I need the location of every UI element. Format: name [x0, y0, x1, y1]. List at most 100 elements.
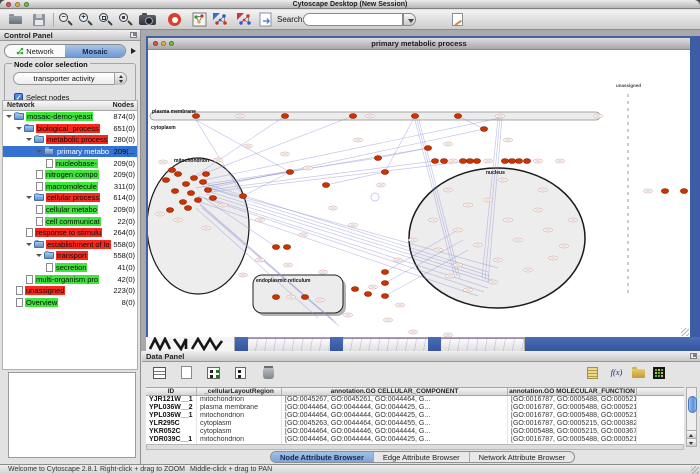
cell-go-mf[interactable]: [GO:0016787, GO:0005488, GO:0005215, G..…: [508, 404, 637, 412]
search-options-icon[interactable]: [450, 12, 467, 28]
cell-region[interactable]: mitochondrion: [197, 436, 282, 444]
help-icon[interactable]: [167, 12, 184, 28]
tree-item-nucleobase[interactable]: nucleobase- 209(0): [3, 157, 137, 169]
col-id[interactable]: ID: [146, 388, 197, 395]
cell-go-cc[interactable]: [GO:0044464, GO:0044444, GO:0044425, G..…: [282, 412, 508, 420]
zoom-out-icon[interactable]: −: [58, 12, 75, 28]
attribute-editor-icon[interactable]: [585, 366, 602, 381]
float-panel-icon[interactable]: [690, 353, 697, 359]
disclosure-triangle-icon[interactable]: [6, 115, 12, 118]
tree-item-metabolic-process[interactable]: metabolic process 280(0): [3, 134, 137, 146]
snapshot-camera-icon[interactable]: [139, 12, 158, 28]
zoom-fit-icon[interactable]: [118, 12, 135, 28]
cell-go-mf[interactable]: [GO:0016787, GO:0005488, GO:0005215, G..…: [508, 412, 637, 420]
tree-item-nitrogen-compound[interactable]: nitrogen compo 209(0): [3, 169, 137, 181]
disclosure-triangle-icon[interactable]: [26, 138, 32, 141]
zoom-selected-region-icon[interactable]: [98, 12, 115, 28]
search-input[interactable]: [303, 13, 403, 26]
background-window-3[interactable]: [330, 337, 343, 351]
tree-item-multi-organism-process[interactable]: multi-organism pro 42(0): [3, 273, 137, 285]
import-attributes-icon[interactable]: [631, 366, 648, 381]
table-row[interactable]: YPL036W__1 mitochondrion [GO:0044464, GO…: [146, 412, 684, 420]
cell-go-cc[interactable]: [GO:0044464, GO:0044446, GO:0044444, G..…: [282, 428, 508, 436]
float-panel-icon[interactable]: [130, 32, 137, 38]
function-builder-icon[interactable]: f(x): [608, 366, 625, 381]
search-dropdown-arrow-icon[interactable]: [403, 13, 416, 26]
network-window-titlebar[interactable]: primary metabolic process: [148, 38, 690, 50]
scroll-down-icon[interactable]: [687, 438, 696, 446]
delete-attribute-icon[interactable]: [261, 366, 278, 381]
cell-go-mf[interactable]: [GO:0005488, GO:0005215, GO:0003674]: [508, 428, 637, 436]
col-go-molecular-function[interactable]: annotation.GO MOLECULAR_FUNCTION: [508, 388, 637, 395]
cell-id[interactable]: YKR052C: [146, 428, 197, 436]
cell-go-cc[interactable]: [GO:0044464, GO:0044444, GO:0044425, G..…: [282, 404, 508, 412]
attribute-matrix-icon[interactable]: [651, 366, 668, 381]
tree-item-establishment-of-localization[interactable]: establishment of lo 558(0): [3, 239, 137, 251]
disclosure-triangle-icon[interactable]: [26, 196, 32, 199]
cell-id[interactable]: YJR121W__1: [146, 396, 197, 404]
network-overview-panel[interactable]: [8, 372, 136, 458]
col-cellular-layout-region[interactable]: _cellularLayoutRegion: [197, 388, 282, 395]
network-graph[interactable]: [148, 50, 690, 337]
network-overview-icon[interactable]: [192, 12, 209, 28]
cell-id[interactable]: YPL036W__2: [146, 404, 197, 412]
background-window-4[interactable]: [428, 337, 441, 351]
tree-item-cellular-process[interactable]: cellular process 614(0): [3, 192, 137, 204]
tab-network-attribute-browser[interactable]: Network Attribute Browser: [469, 452, 575, 462]
cell-id[interactable]: YPL036W__1: [146, 412, 197, 420]
scroll-up-icon[interactable]: [687, 430, 696, 438]
table-row[interactable]: YLR295C cytoplasm [GO:0045263, GO:004446…: [146, 420, 684, 428]
open-session-icon[interactable]: [8, 12, 25, 28]
save-session-icon[interactable]: [31, 12, 48, 28]
background-window-4-content[interactable]: [441, 338, 524, 351]
annotation-icon[interactable]: [258, 12, 275, 28]
disclosure-triangle-icon[interactable]: [26, 243, 32, 246]
cell-region[interactable]: cytoplasm: [197, 420, 282, 428]
tree-item-primary-metabolic-selected[interactable]: primary metabo 209(...: [3, 146, 137, 158]
scrollbar-thumb[interactable]: [688, 396, 697, 413]
cell-region[interactable]: plasma membrane: [197, 404, 282, 412]
node-color-dropdown[interactable]: transporter activity: [13, 72, 127, 85]
destroy-network-view-icon[interactable]: [236, 12, 253, 28]
background-window-2[interactable]: [235, 337, 248, 351]
tab-overflow-arrow-icon[interactable]: [129, 46, 138, 56]
attribute-panel-icon[interactable]: [152, 366, 169, 381]
horizontal-scrollbar[interactable]: [146, 444, 684, 450]
tab-edge-attribute-browser[interactable]: Edge Attribute Browser: [373, 452, 469, 462]
network-canvas[interactable]: plasma membrane cytoplasm mitochondrion …: [148, 50, 690, 337]
tree-item-cell-communication[interactable]: cell communicat 22(0): [3, 215, 137, 227]
cell-go-mf[interactable]: [GO:0016787, GO:0005488, GO:0005215, G..…: [508, 436, 637, 444]
background-window-2-content[interactable]: [248, 338, 330, 351]
tree-item-cellular-metabolism[interactable]: cellular metabo 209(0): [3, 204, 137, 216]
disclosure-triangle-icon[interactable]: [36, 150, 42, 153]
cell-region[interactable]: mitochondrion: [197, 412, 282, 420]
create-network-view-icon[interactable]: [212, 12, 229, 28]
tree-item-mosaic-demo-yeast[interactable]: mosaic-demo-yeast 874(0): [3, 111, 137, 123]
attribute-table-header[interactable]: ID _cellularLayoutRegion annotation.GO C…: [146, 387, 684, 396]
create-attribute-icon[interactable]: [179, 366, 196, 381]
table-row[interactable]: YKR052C cytoplasm [GO:0044464, GO:004444…: [146, 428, 684, 436]
table-row[interactable]: YJR121W__1 mitochondrion [GO:0045267, GO…: [146, 396, 684, 404]
table-row[interactable]: YPL036W__2 plasma membrane [GO:0044464, …: [146, 404, 684, 412]
unselect-attributes-icon[interactable]: [233, 366, 250, 381]
tab-node-attribute-browser[interactable]: Node Attribute Browser: [271, 452, 373, 462]
zoom-in-icon[interactable]: +: [78, 12, 95, 28]
cell-go-cc[interactable]: [GO:0045263, GO:0044464, GO:0044455, G..…: [282, 420, 508, 428]
tree-item-biological-process[interactable]: biological_process 651(0): [3, 123, 137, 135]
disclosure-triangle-icon[interactable]: [36, 254, 42, 257]
cell-id[interactable]: YDR039C__1: [146, 436, 197, 444]
tree-item-overview[interactable]: Overview 8(0): [3, 297, 137, 309]
cell-go-cc[interactable]: [GO:0044464, GO:0044444, GO:0044425, G..…: [282, 436, 508, 444]
cell-go-mf[interactable]: [GO:0016787, GO:0005488, GO:0005215, G..…: [508, 396, 637, 404]
tree-item-response-to-stimulus[interactable]: response to stimulu 264(0): [3, 227, 137, 239]
tree-item-transport[interactable]: transport 558(0): [3, 250, 137, 262]
col-go-cellular-component[interactable]: annotation.GO CELLULAR_COMPONENT: [282, 388, 508, 395]
disclosure-triangle-icon[interactable]: [16, 127, 22, 130]
table-row[interactable]: YDR039C__1 mitochondrion [GO:0044464, GO…: [146, 436, 684, 444]
tab-network[interactable]: Network: [5, 45, 65, 57]
cell-go-cc[interactable]: [GO:0045267, GO:0045261, GO:0044464, G..…: [282, 396, 508, 404]
tree-item-secretion[interactable]: secretion 41(0): [3, 262, 137, 274]
tree-item-unassigned[interactable]: unassigned 223(0): [3, 285, 137, 297]
cell-go-mf[interactable]: [GO:0016787, GO:0005215, GO:0003824, G..…: [508, 420, 637, 428]
resize-grip-icon[interactable]: [691, 466, 699, 474]
